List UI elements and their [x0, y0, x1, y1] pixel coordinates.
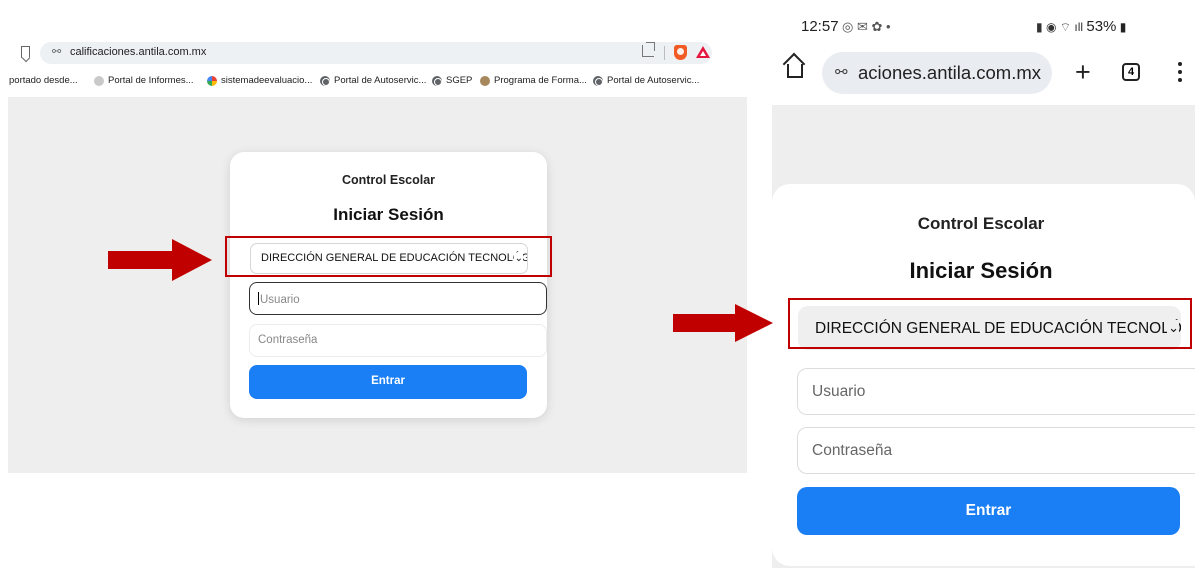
- address-bar[interactable]: ⚯ calificaciones.antila.com.mx: [40, 42, 712, 64]
- battery-level: 53%: [1086, 18, 1117, 35]
- password-placeholder: Contraseña: [258, 334, 318, 346]
- address-bar-row: ⚯ calificaciones.antila.com.mx: [0, 40, 748, 66]
- new-tab-icon[interactable]: +: [1075, 57, 1091, 88]
- bookmark-icon[interactable]: [21, 46, 30, 58]
- card-subtitle: Control Escolar: [917, 214, 1045, 233]
- brave-rewards-icon[interactable]: [696, 46, 710, 58]
- site-favicon-icon: [207, 75, 217, 86]
- url-text[interactable]: aciones.antila.com.mx: [858, 62, 1041, 84]
- red-arrow-icon: [108, 239, 212, 281]
- bookmark-item[interactable]: Programa de Forma...: [480, 75, 587, 86]
- url-text[interactable]: calificaciones.antila.com.mx: [70, 46, 206, 58]
- site-favicon-icon: [480, 75, 490, 86]
- globe-icon: [432, 75, 442, 86]
- page-title: Iniciar Sesión: [909, 258, 1053, 283]
- login-card: Control Escolar Iniciar Sesión DIRECCIÓN…: [230, 152, 547, 418]
- globe-icon: [320, 75, 330, 86]
- site-settings-icon[interactable]: ⚯: [52, 45, 61, 58]
- page-title: Iniciar Sesión: [333, 205, 444, 224]
- bookmark-item[interactable]: SGEP: [432, 75, 472, 86]
- bookmark-item[interactable]: Portal de Autoservic...: [320, 75, 426, 86]
- home-icon[interactable]: [787, 64, 803, 78]
- submit-button[interactable]: Entrar: [249, 365, 527, 399]
- submit-button[interactable]: Entrar: [797, 487, 1180, 535]
- brave-shield-icon[interactable]: [674, 45, 687, 60]
- globe-icon: [593, 75, 603, 86]
- username-placeholder: Usuario: [260, 294, 300, 306]
- bookmark-item[interactable]: portado desde...: [9, 75, 78, 86]
- divider: [664, 46, 665, 60]
- desktop-screenshot: ⚯ calificaciones.antila.com.mx portado d…: [0, 0, 748, 474]
- bookmark-item[interactable]: sistemadeevaluacio...: [207, 75, 312, 86]
- bookmark-item[interactable]: Portal de Informes...: [94, 75, 194, 86]
- bookmarks-bar: portado desde... Portal de Informes... s…: [0, 71, 748, 91]
- password-input[interactable]: Contraseña: [797, 427, 1195, 474]
- red-arrow-icon: [673, 304, 773, 342]
- username-placeholder: Usuario: [812, 383, 866, 400]
- tab-switcher-icon[interactable]: 4: [1122, 63, 1140, 81]
- password-placeholder: Contraseña: [812, 442, 893, 459]
- notification-icons: ◎ ✉ ✿ •: [842, 19, 891, 34]
- status-indicators: ▮ ◉ ⌔ ıll 53% ▮: [1036, 18, 1126, 35]
- highlight-box: [225, 236, 552, 277]
- site-favicon-icon: [94, 75, 104, 86]
- card-subtitle: Control Escolar: [341, 173, 436, 187]
- text-caret: [258, 292, 259, 305]
- more-menu-icon[interactable]: [1178, 62, 1182, 82]
- highlight-box: [788, 298, 1192, 349]
- site-settings-icon[interactable]: ⚯: [835, 63, 848, 81]
- status-icons: ▮ ◉ ⌔ ıll: [1036, 20, 1087, 34]
- bookmark-item[interactable]: Portal de Autoservic...: [593, 75, 699, 86]
- battery-icon: ▮: [1116, 20, 1127, 34]
- share-icon[interactable]: [642, 42, 655, 57]
- username-input[interactable]: Usuario: [797, 368, 1195, 415]
- address-bar[interactable]: ⚯ aciones.antila.com.mx: [822, 52, 1052, 94]
- username-input[interactable]: Usuario: [249, 282, 547, 315]
- status-time: 12:57: [801, 18, 839, 35]
- password-input[interactable]: Contraseña: [249, 324, 547, 357]
